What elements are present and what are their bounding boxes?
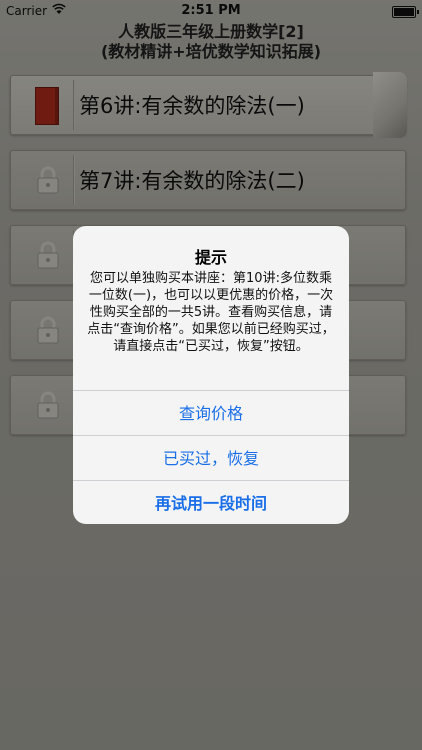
alert-message: 您可以单独购买本讲座：第10讲:多位数乘一位数(一)，也可以以更优惠的价格，一次… xyxy=(87,271,335,354)
alert-title: 提示 xyxy=(194,248,227,267)
check-price-button[interactable]: 查询价格 xyxy=(73,390,349,436)
purchase-alert: 提示 您可以单独购买本讲座：第10讲:多位数乘一位数(一)，也可以以更优惠的价格… xyxy=(73,226,349,524)
continue-trial-button[interactable]: 再试用一段时间 xyxy=(73,480,349,524)
restore-purchase-button[interactable]: 已买过，恢复 xyxy=(73,435,349,481)
